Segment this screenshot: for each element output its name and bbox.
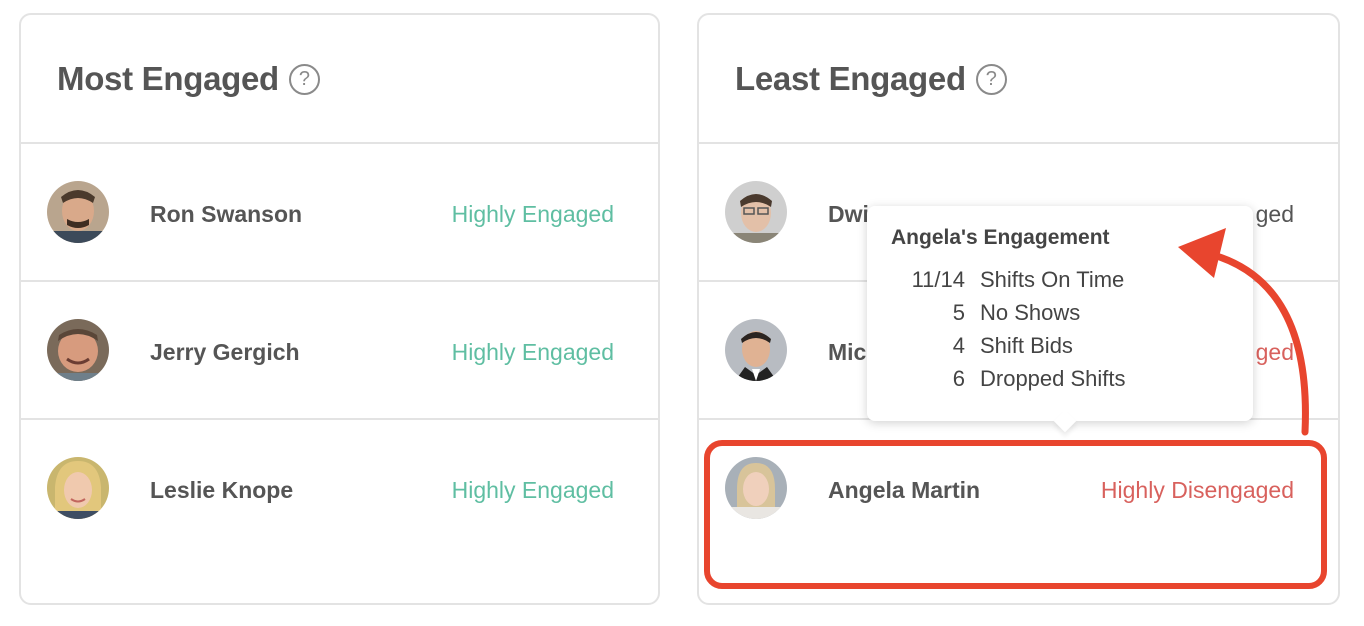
annotation-arrow-icon	[1178, 228, 1309, 436]
